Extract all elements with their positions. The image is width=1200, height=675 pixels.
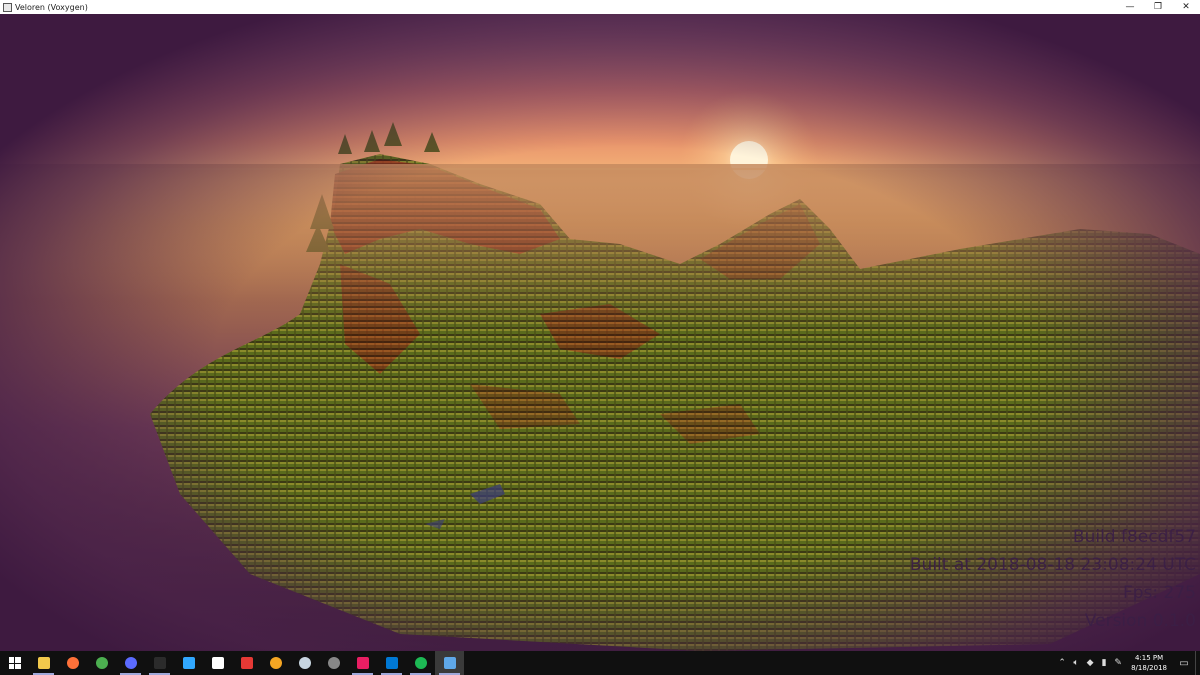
firefox-icon xyxy=(66,657,79,669)
heart-icon xyxy=(240,657,253,669)
built-at-label: Built at 2018-08-18 23:08:24 UTC xyxy=(909,555,1196,575)
spotify-icon xyxy=(414,657,427,669)
overwatch-icon xyxy=(269,657,282,669)
minimize-button[interactable]: — xyxy=(1116,0,1144,14)
steam-icon xyxy=(298,657,311,669)
chrome-icon xyxy=(95,657,108,669)
game-icon xyxy=(327,657,340,669)
taskbar-firefox-dev[interactable] xyxy=(116,651,145,675)
windows-icon xyxy=(8,657,21,669)
taskbar-terminal[interactable] xyxy=(145,651,174,675)
app-icon xyxy=(3,2,12,12)
messenger-icon xyxy=(356,657,369,669)
notification-icon[interactable]: ▭ xyxy=(1173,651,1195,675)
taskbar-veloren[interactable] xyxy=(435,651,464,675)
folder-icon xyxy=(37,657,50,669)
volume-icon[interactable]: 🔈︎ xyxy=(1069,658,1083,668)
network-icon[interactable]: ▮ xyxy=(1097,658,1111,668)
debug-hud: Build f8ecdf57 Built at 2018-08-18 23:08… xyxy=(910,523,1196,635)
taskbar-steam[interactable] xyxy=(290,651,319,675)
photoshop-icon xyxy=(182,657,195,669)
clock[interactable]: 4:15 PM 8/18/2018 xyxy=(1131,653,1167,673)
window-title: Veloren (Voxygen) xyxy=(15,2,88,12)
taskbar-spotify[interactable] xyxy=(406,651,435,675)
terminal-icon xyxy=(153,657,166,669)
veloren-icon xyxy=(443,657,456,669)
taskbar-vscode[interactable] xyxy=(377,651,406,675)
close-button[interactable]: ✕ xyxy=(1172,0,1200,14)
version-label: Version 0.1.0 xyxy=(1084,611,1196,631)
clock-date: 8/18/2018 xyxy=(1131,664,1167,672)
taskbar-file-explorer[interactable] xyxy=(29,651,58,675)
twitch-icon xyxy=(211,657,224,669)
taskbar-messenger[interactable] xyxy=(348,651,377,675)
game-viewport[interactable]: Build f8ecdf57 Built at 2018-08-18 23:08… xyxy=(0,14,1200,651)
system-tray: ⌃ 🔈︎ ◆ ▮ ✎ 4:15 PM 8/18/2018 ▭ xyxy=(1055,651,1200,675)
taskbar-heart-app[interactable] xyxy=(232,651,261,675)
build-label: Build f8ecdf57 xyxy=(1072,527,1196,547)
taskbar-game-app[interactable] xyxy=(319,651,348,675)
firefox-dev-icon xyxy=(124,657,137,669)
clock-time: 4:15 PM xyxy=(1134,654,1164,662)
window-titlebar[interactable]: Veloren (Voxygen) — ❐ ✕ xyxy=(0,0,1200,14)
taskbar-start-button[interactable] xyxy=(0,651,29,675)
chevron-up-icon[interactable]: ⌃ xyxy=(1055,658,1069,668)
taskbar-photoshop[interactable] xyxy=(174,651,203,675)
vscode-icon xyxy=(385,657,398,669)
taskbar-chrome[interactable] xyxy=(87,651,116,675)
pen-icon[interactable]: ✎ xyxy=(1111,658,1125,668)
taskbar-overwatch[interactable] xyxy=(261,651,290,675)
show-desktop-button[interactable] xyxy=(1195,651,1200,675)
dropbox-icon[interactable]: ◆ xyxy=(1083,658,1097,668)
maximize-button[interactable]: ❐ xyxy=(1144,0,1172,14)
taskbar-twitch[interactable] xyxy=(203,651,232,675)
taskbar: ⌃ 🔈︎ ◆ ▮ ✎ 4:15 PM 8/18/2018 ▭ xyxy=(0,651,1200,675)
fps-label: Fps: 275 xyxy=(1122,583,1196,603)
window-controls: — ❐ ✕ xyxy=(1116,0,1200,14)
taskbar-firefox[interactable] xyxy=(58,651,87,675)
taskbar-apps xyxy=(0,651,464,675)
